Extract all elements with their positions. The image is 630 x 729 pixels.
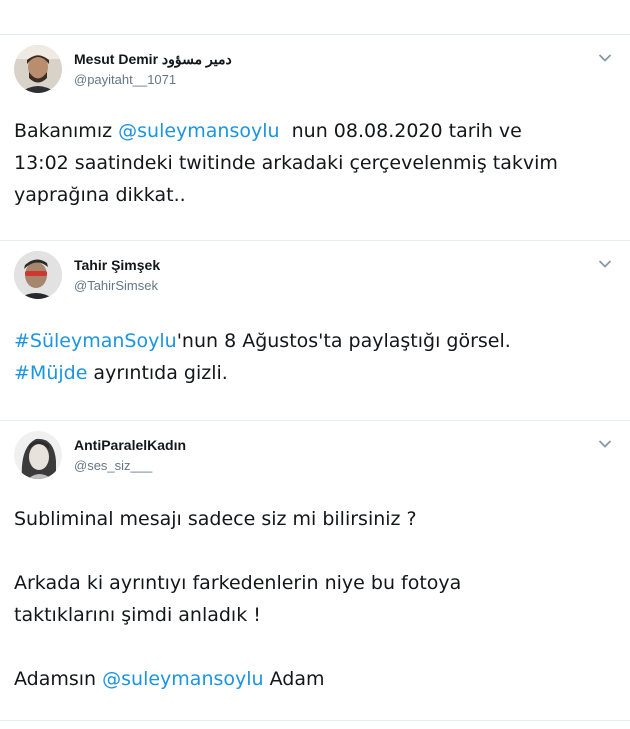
tweet-text-part: Bakanımız — [14, 120, 119, 142]
chevron-down-icon[interactable] — [598, 259, 612, 269]
tweet-text-part: Subliminal mesajı sadece siz mi bilirsin… — [14, 508, 462, 690]
tweet-card[interactable]: AntiParalelKadın @ses_siz___ Subliminal … — [0, 420, 630, 720]
user-handle[interactable]: @payitaht__1071 — [74, 72, 176, 87]
tweet-text-part: 'nun 8 Ağustos'ta paylaştığı görsel. — [176, 330, 511, 352]
tweet-text-part: Adam — [263, 668, 325, 690]
chevron-down-icon[interactable] — [598, 439, 612, 449]
tweet-text: Bakanımız @suleymansoylu nun 08.08.2020 … — [14, 115, 608, 211]
hashtag-link[interactable]: #SüleymanSoylu — [14, 330, 177, 352]
tweet-card[interactable]: Mesut Demir دمير مسؤود @payitaht__1071 B… — [0, 34, 630, 240]
avatar[interactable] — [14, 251, 62, 299]
tweet-card[interactable]: Tahir Şimşek @TahirSimsek #SüleymanSoylu… — [0, 240, 630, 420]
avatar[interactable] — [14, 431, 62, 479]
avatar[interactable] — [14, 45, 62, 93]
hashtag-link[interactable]: #Müjde — [14, 362, 87, 384]
display-name[interactable]: Mesut Demir دمير مسؤود — [74, 51, 232, 68]
tweet-text-part: ayrıntıda gizli. — [87, 362, 228, 384]
tweet-text: Subliminal mesajı sadece siz mi bilirsin… — [14, 503, 608, 695]
chevron-down-icon[interactable] — [598, 53, 612, 63]
mention-link[interactable]: @suleymansoylu — [102, 668, 263, 690]
user-handle[interactable]: @TahirSimsek — [74, 278, 158, 293]
divider — [0, 720, 630, 721]
display-name[interactable]: Tahir Şimşek — [74, 257, 160, 273]
display-name[interactable]: AntiParalelKadın — [74, 437, 186, 453]
tweet-text: #SüleymanSoylu'nun 8 Ağustos'ta paylaştı… — [14, 325, 608, 389]
mention-link[interactable]: @suleymansoylu — [118, 120, 279, 142]
user-handle[interactable]: @ses_siz___ — [74, 458, 152, 473]
